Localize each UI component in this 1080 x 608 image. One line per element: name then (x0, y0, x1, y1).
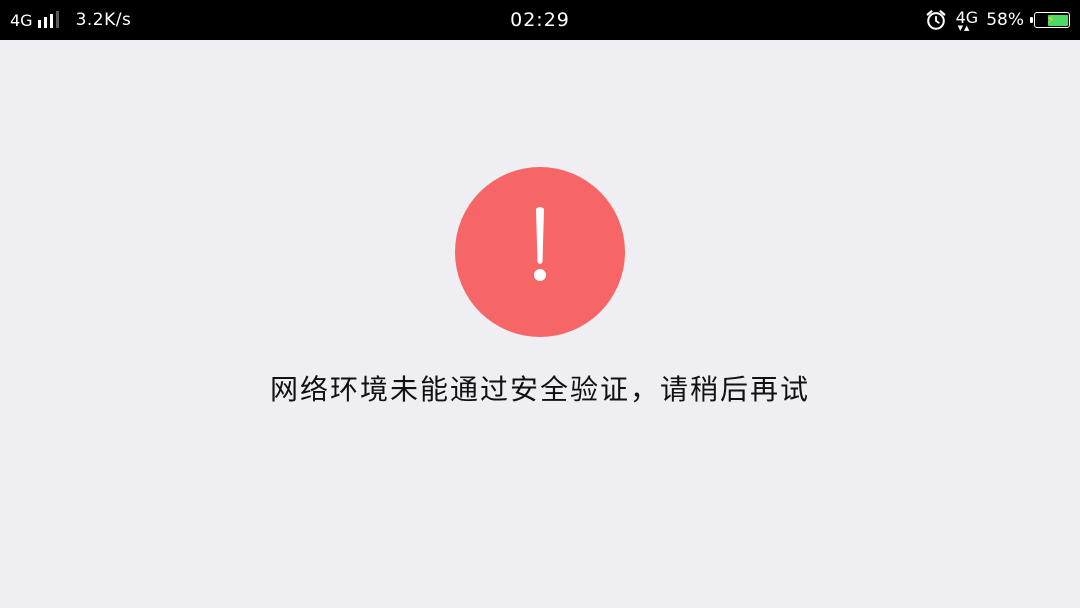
data-activity-arrows-icon: ▼▲ (957, 23, 971, 32)
charging-bolt-icon: ⚡ (1047, 13, 1055, 26)
network-type-right: 4G ▼▲ (956, 8, 979, 32)
status-bar: 4G 3.2K/s 02:29 4G ▼▲ 58% ⚡ (0, 0, 1080, 40)
clock: 02:29 (510, 9, 570, 31)
alarm-clock-icon (926, 10, 945, 30)
status-bar-right: 4G ▼▲ 58% ⚡ (925, 0, 1070, 40)
error-message: 网络环境未能通过安全验证，请稍后再试 (269, 373, 810, 406)
battery-percentage: 58% (986, 10, 1024, 30)
battery-icon: ⚡ (1030, 12, 1070, 28)
exclamation-circle-icon (455, 167, 625, 337)
